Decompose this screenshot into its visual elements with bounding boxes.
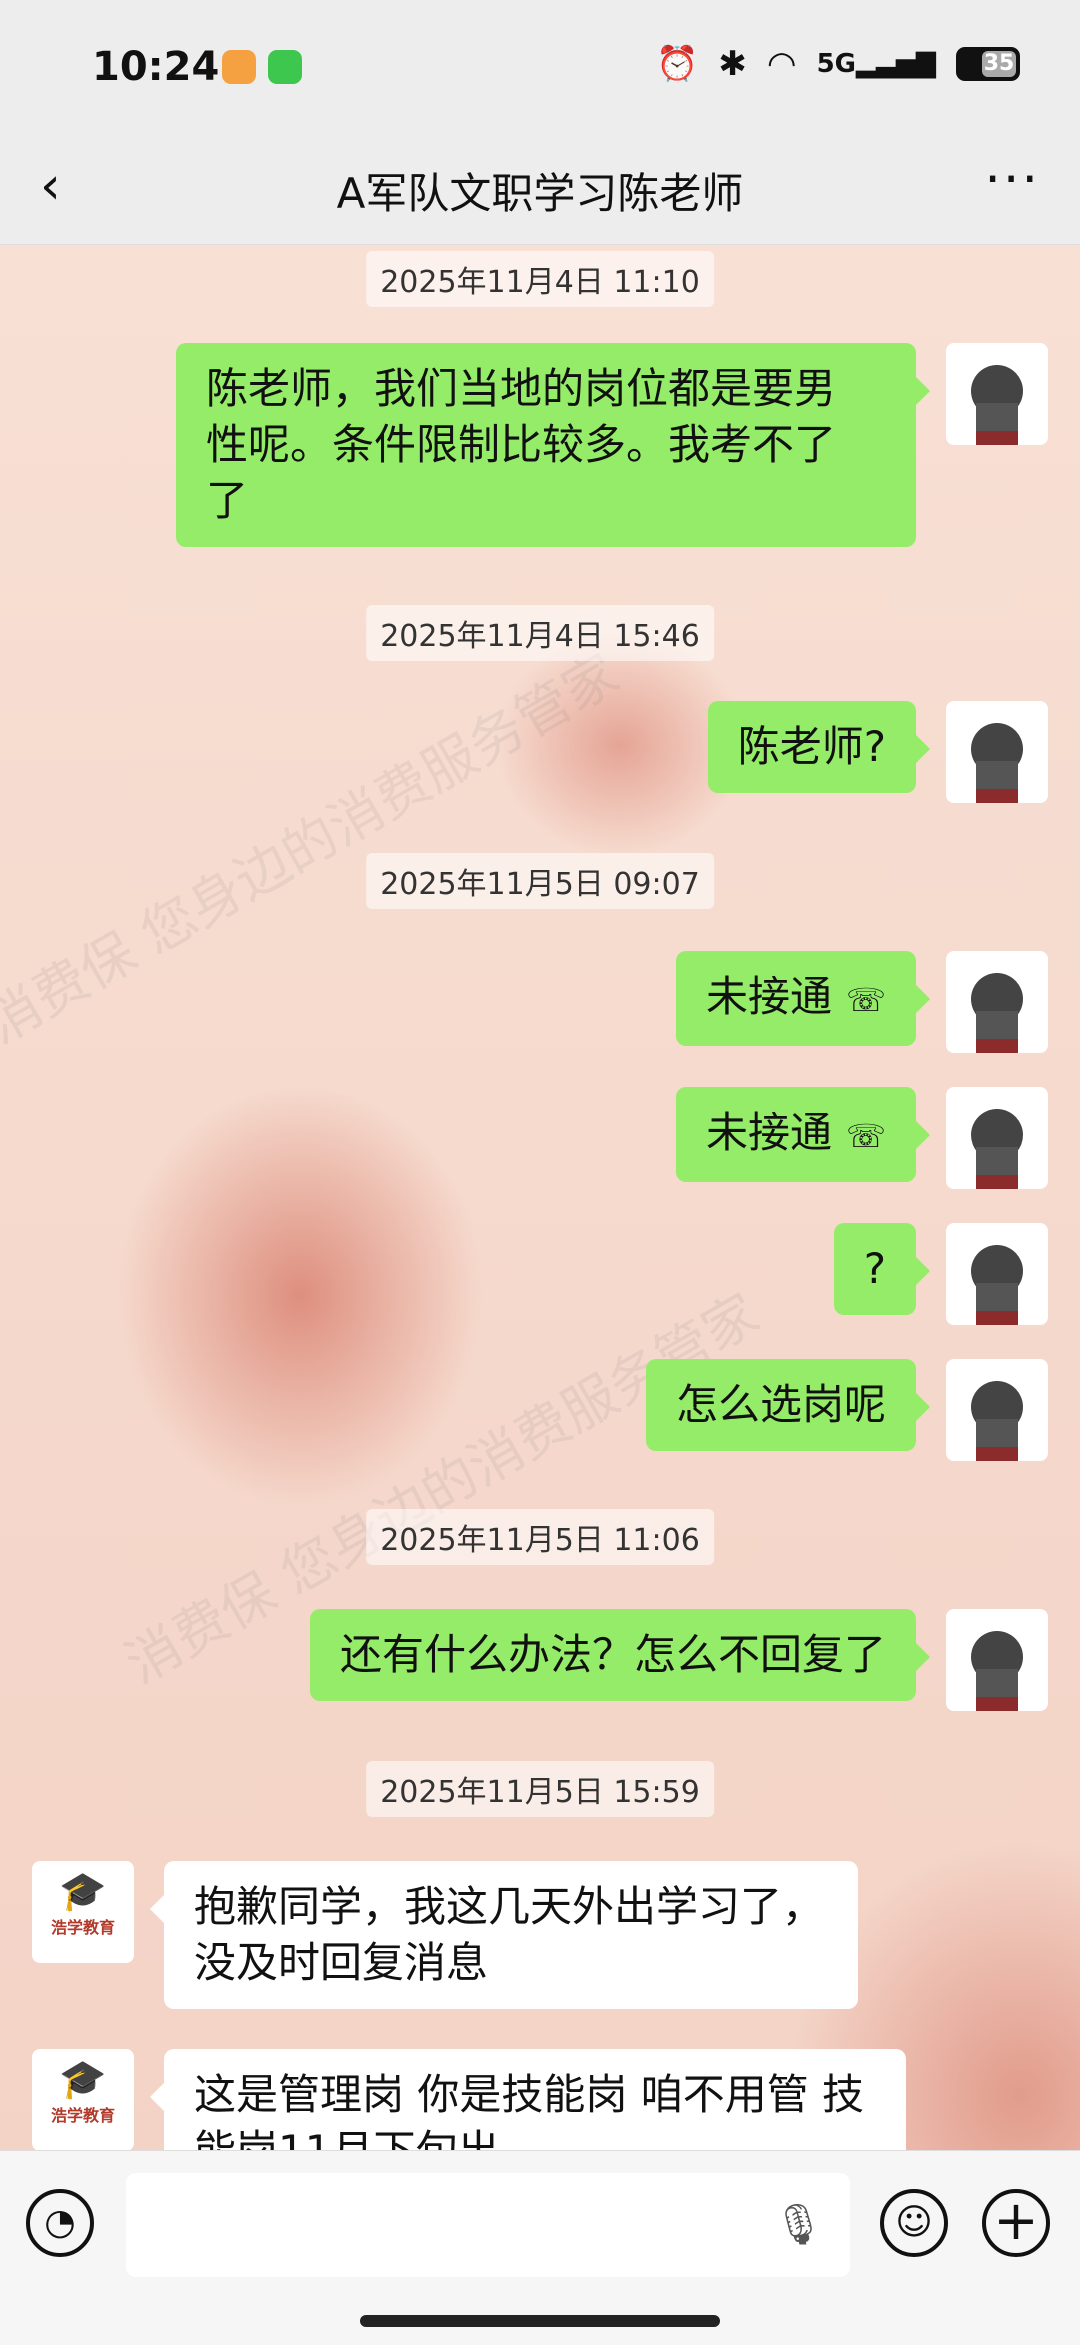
app-notification-icon: [222, 50, 256, 84]
timestamp: 2025年11月4日 15:46: [366, 605, 714, 661]
chat-header: ‹ A军队文职学习陈老师 ···: [0, 130, 1080, 245]
emoji-button[interactable]: ☺: [880, 2189, 948, 2257]
battery-icon: 35: [956, 47, 1020, 81]
more-button[interactable]: ···: [984, 150, 1040, 210]
message-notification-icon: [268, 50, 302, 84]
graduation-cap-icon: 🎓: [59, 1869, 107, 1913]
my-avatar[interactable]: [946, 343, 1048, 445]
my-avatar[interactable]: [946, 1609, 1048, 1711]
signal-icon: 5G▂▃▅▇: [816, 49, 936, 79]
voice-icon: ◔: [44, 2202, 76, 2243]
alarm-icon: ⏰: [656, 44, 699, 84]
message-bubble-received[interactable]: 这是管理岗 你是技能岗 咱不用管 技 能岗11月下旬出: [150, 2049, 906, 2150]
my-avatar[interactable]: [946, 701, 1048, 803]
emoji-icon: ☺: [895, 2202, 933, 2243]
home-indicator[interactable]: [360, 2315, 720, 2327]
graduation-cap-icon: 🎓: [59, 2057, 107, 2101]
input-bar: ◔ 🎙 ☺ +: [0, 2150, 1080, 2345]
my-avatar[interactable]: [946, 1223, 1048, 1325]
teacher-avatar[interactable]: 🎓 浩学教育: [32, 1861, 134, 1963]
my-avatar[interactable]: [946, 951, 1048, 1053]
teacher-avatar[interactable]: 🎓 浩学教育: [32, 2049, 134, 2150]
my-avatar[interactable]: [946, 1359, 1048, 1461]
status-time: 10:24: [92, 44, 220, 90]
message-bubble-sent[interactable]: 陈老师?: [707, 701, 931, 793]
microphone-icon[interactable]: 🎙: [773, 2201, 824, 2248]
watermark: 消费保 您身边的消费服务管家: [0, 641, 630, 1056]
more-icon: ···: [984, 150, 1040, 210]
more-options-button[interactable]: +: [982, 2189, 1050, 2257]
wifi-icon: ◠: [766, 44, 797, 84]
missed-call-message[interactable]: 未接通 ☏: [675, 951, 931, 1046]
message-bubble-sent[interactable]: 陈老师，我们当地的岗位都是要男 性呢。条件限制比较多。我考不了 了: [176, 343, 930, 547]
message-bubble-sent[interactable]: ?: [833, 1223, 931, 1315]
timestamp: 2025年11月5日 11:06: [366, 1509, 714, 1565]
chat-area[interactable]: 消费保 您身边的消费服务管家 消费保 您身边的消费服务管家 2025年11月4日…: [0, 245, 1080, 2150]
my-avatar[interactable]: [946, 1087, 1048, 1189]
message-input[interactable]: 🎙: [126, 2173, 850, 2277]
status-bar: 10:24 ⏰ ✱ ◠ 5G▂▃▅▇ 35: [0, 0, 1080, 130]
missed-call-message[interactable]: 未接通 ☏: [675, 1087, 931, 1182]
phone-hangup-icon: ☏: [845, 981, 886, 1019]
phone-hangup-icon: ☏: [845, 1117, 886, 1155]
system-icons: ⏰ ✱ ◠ 5G▂▃▅▇ 35: [656, 44, 1020, 84]
plus-icon: +: [993, 2189, 1039, 2252]
message-bubble-sent[interactable]: 怎么选岗呢: [645, 1359, 931, 1451]
message-bubble-sent[interactable]: 还有什么办法？怎么不回复了: [309, 1609, 931, 1701]
voice-toggle-button[interactable]: ◔: [26, 2189, 94, 2257]
timestamp: 2025年11月5日 15:59: [366, 1761, 714, 1817]
timestamp: 2025年11月5日 09:07: [366, 853, 714, 909]
battery-level: 35: [982, 51, 1016, 77]
message-bubble-received[interactable]: 抱歉同学，我这几天外出学习了， 没及时回复消息: [150, 1861, 858, 2009]
timestamp: 2025年11月4日 11:10: [366, 251, 714, 307]
bluetooth-icon: ✱: [718, 44, 747, 84]
chat-title: A军队文职学习陈老师: [336, 169, 744, 218]
